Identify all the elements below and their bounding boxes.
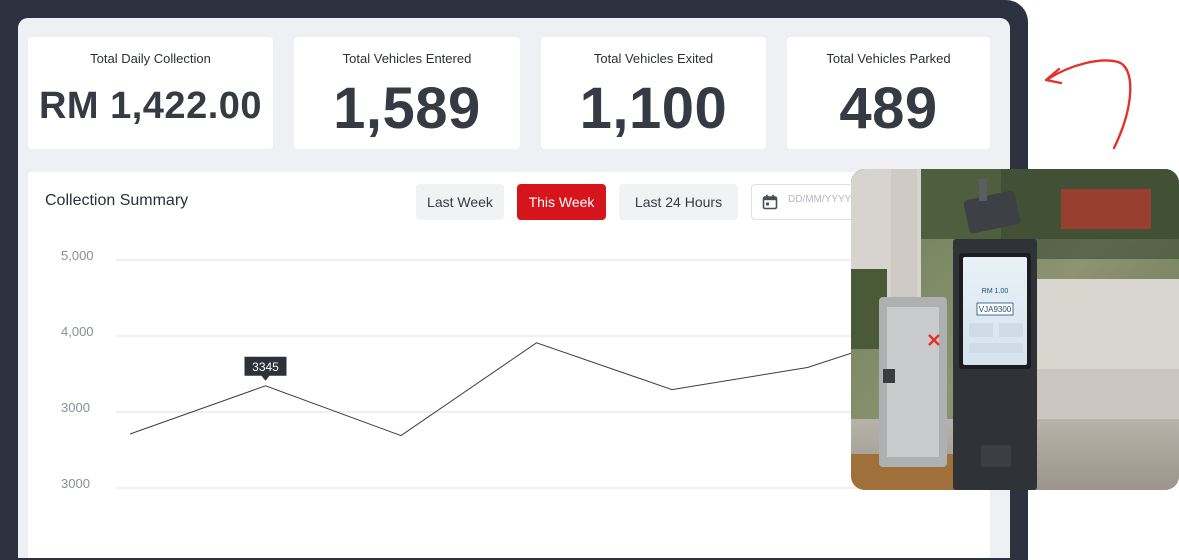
stat-value: 1,589 (333, 76, 481, 141)
stat-card-collection: Total Daily Collection RM 1,422.00 (28, 37, 273, 149)
collection-summary-panel: Collection Summary Last Week This Week L… (28, 172, 990, 558)
chart-y-tick-label: 5,000 (61, 248, 94, 263)
chart-tooltip-label: 3345 (252, 360, 279, 374)
stat-card-parked: Total Vehicles Parked 489 (787, 37, 990, 149)
stat-label: Total Vehicles Exited (593, 51, 714, 66)
stat-label: Total Vehicles Entered (342, 51, 472, 66)
stat-label: Total Daily Collection (90, 51, 211, 66)
chart-tooltip: 3345 (244, 356, 287, 381)
parking-kiosk-photo: RM 1.00 VJA9300 (851, 169, 1179, 490)
kiosk-plate: VJA9300 (979, 305, 1012, 314)
chart-y-tick-label: 3000 (61, 400, 90, 415)
chart-y-ticks: 5,000 4,000 3000 3000 (61, 248, 94, 491)
chart-series-line (129, 322, 944, 437)
pointer-arrow-icon (1044, 59, 1132, 150)
stat-card-entered: Total Vehicles Entered 1,589 (294, 37, 520, 149)
stat-label: Total Vehicles Parked (826, 51, 951, 66)
chart-y-tick-label: 4,000 (61, 324, 94, 339)
collection-chart: 5,000 4,000 3000 3000 3345 (61, 248, 990, 491)
chart-y-tick-label: 3000 (61, 476, 90, 491)
stat-value: RM 1,422.00 (38, 85, 263, 127)
stat-card-exited: Total Vehicles Exited 1,100 (541, 37, 766, 149)
kiosk-price: RM 1.00 (982, 288, 1009, 295)
stat-value: 1,100 (579, 76, 728, 141)
stat-value: 489 (839, 76, 938, 141)
